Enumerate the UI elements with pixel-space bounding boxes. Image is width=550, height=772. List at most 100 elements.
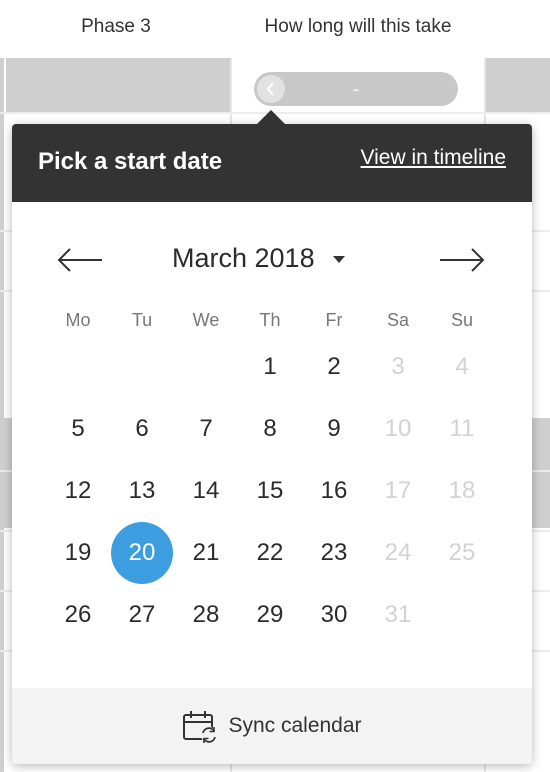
arrow-right-icon [440,248,485,272]
calendar-day-number: 9 [327,415,341,442]
weekday-label: Th [259,310,281,330]
calendar-day-number: 5 [71,415,85,442]
column-header-duration: How long will this take [264,16,452,37]
calendar-week-row: 26 27 28 29 30 31 [46,584,494,646]
calendar-day-number: 21 [192,539,220,566]
calendar-day-number: 6 [135,415,149,442]
calendar-day-number: 7 [199,415,213,442]
calendar-week-row: 1 2 3 4 [46,336,494,398]
calendar-day-number: 18 [448,477,476,504]
calendar-day-number: 30 [320,601,348,628]
next-month-button[interactable] [438,242,486,278]
date-picker-popover: Pick a start date View in timeline March… [12,110,532,764]
weekday-label: Mo [65,310,91,330]
arrow-left-icon [57,248,102,272]
calendar-day-number: 29 [256,601,284,628]
calendar-day[interactable]: 28 [174,584,238,646]
calendar-day[interactable]: 13 [110,460,174,522]
calendar-day-number: 28 [192,601,220,628]
calendar-day[interactable]: 7 [174,398,238,460]
calendar-day-number: 10 [384,415,412,442]
sync-calendar-button[interactable]: Sync calendar [12,688,532,764]
calendar-day[interactable]: 29 [238,584,302,646]
calendar-day-number: 31 [384,601,412,628]
calendar-day[interactable]: 30 [302,584,366,646]
previous-month-button[interactable] [56,242,104,278]
sync-calendar-label: Sync calendar [228,714,362,737]
grid-cell [532,418,550,528]
weekday-label: Fr [325,310,343,330]
calendar-day-number: 25 [448,539,476,566]
weekday-header: Mo Tu We Th Fr Sa Su [46,310,494,331]
calendar-day: 24 [366,522,430,584]
calendar-day: 3 [366,336,430,398]
calendar-day[interactable]: 15 [238,460,302,522]
calendar-day[interactable]: 1 [238,336,302,398]
calendar-week-row: 5 6 7 8 9 10 11 [46,398,494,460]
calendar-day: 11 [430,398,494,460]
calendar-day-number: 1 [263,353,277,380]
calendar-day-number: 22 [256,539,284,566]
caret-down-icon [332,255,345,263]
calendar-day-number: 15 [256,477,284,504]
calendar-day-number: 27 [128,601,156,628]
calendar-day[interactable]: 2 [302,336,366,398]
popover-title: Pick a start date [38,148,223,175]
calendar-grid: 1 2 3 4 5 6 7 8 9 10 11 12 13 14 15 16 17 18 19 20 21 22 23 24 2… [46,336,494,646]
calendar-day[interactable]: 16 [302,460,366,522]
weekday-label: Sa [386,310,410,330]
calendar-day-number: 8 [263,415,277,442]
grid-cell [0,58,4,772]
calendar-day[interactable]: 26 [46,584,110,646]
calendar-empty-cell [174,336,238,398]
calendar-day: 25 [430,522,494,584]
calendar-day-number: 12 [64,477,92,504]
calendar-day[interactable]: 6 [110,398,174,460]
weekday-label: Su [450,310,474,330]
calendar-day: 17 [366,460,430,522]
weekday-label: We [192,310,220,330]
calendar-day-number: 17 [384,477,412,504]
calendar-day-selected[interactable]: 20 [110,522,174,584]
calendar-day[interactable]: 22 [238,522,302,584]
calendar-day[interactable]: 12 [46,460,110,522]
grid-cell [486,58,550,112]
calendar-day-number: 20 [111,522,173,584]
weekday-label: Tu [131,310,153,330]
grid-cell [0,418,12,528]
calendar-day[interactable]: 14 [174,460,238,522]
calendar-day[interactable]: 8 [238,398,302,460]
calendar-day-number: 19 [64,539,92,566]
calendar-day[interactable]: 23 [302,522,366,584]
calendar-week-row: 19 20 21 22 23 24 25 [46,522,494,584]
calendar-day[interactable]: 21 [174,522,238,584]
calendar-day: 4 [430,336,494,398]
calendar-empty-cell [46,336,110,398]
calendar-day-number: 14 [192,477,220,504]
calendar-day-number: 11 [449,415,475,442]
duration-value: - [353,79,359,99]
popover-header: Pick a start date View in timeline [12,124,532,202]
calendar-day[interactable]: 27 [110,584,174,646]
view-in-timeline-link[interactable]: View in timeline [360,146,506,170]
calendar-day-number: 23 [320,539,348,566]
calendar-empty-cell [430,584,494,646]
duration-selector[interactable]: - [254,72,458,106]
calendar-day[interactable]: 19 [46,522,110,584]
calendar-day-number: 2 [327,353,341,380]
calendar-sync-icon [183,711,218,743]
popover-arrow [256,110,286,125]
calendar-day[interactable]: 9 [302,398,366,460]
month-dropdown[interactable]: March 2018 [172,238,345,278]
calendar-week-row: 12 13 14 15 16 17 18 [46,460,494,522]
calendar-day[interactable]: 5 [46,398,110,460]
calendar-day-number: 13 [128,477,156,504]
calendar-day: 10 [366,398,430,460]
calendar-day-number: 3 [391,353,405,380]
grid-cell [6,58,230,112]
calendar-day-number: 4 [455,353,469,380]
calendar-day: 18 [430,460,494,522]
calendar-day-number: 24 [384,539,412,566]
calendar-empty-cell [110,336,174,398]
month-label: March 2018 [172,242,315,273]
